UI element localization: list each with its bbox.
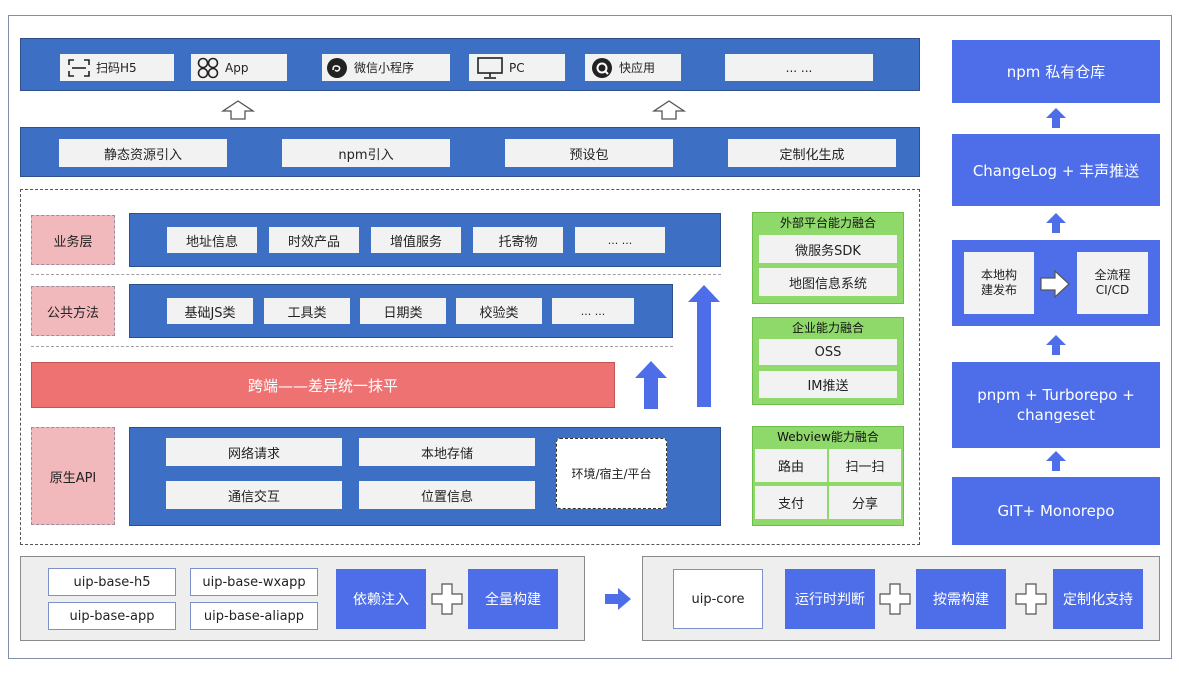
platform-label: PC: [509, 60, 525, 75]
up-arrow-icon: [688, 285, 720, 407]
monitor-icon: [477, 56, 503, 79]
hollow-up-arrow-icon: [652, 100, 686, 120]
up-arrow-icon: [1046, 451, 1066, 471]
native-item: 通信交互: [166, 481, 342, 509]
public-methods-label: 公共方法: [31, 286, 115, 336]
up-arrow-icon: [635, 361, 667, 409]
cross-platform-label: 跨端——差异统一抹平: [247, 376, 398, 395]
business-item: 时效产品: [269, 227, 359, 253]
capability-item: 地图信息系统: [759, 268, 897, 296]
core-package: uip-core: [673, 569, 763, 629]
business-item: 增值服务: [371, 227, 461, 253]
platform-app: App: [191, 54, 287, 81]
local-build-label: 本地构建发布: [980, 268, 1017, 297]
pnpm-box: pnpm + Turborepo + changeset: [952, 362, 1160, 448]
import-npm: npm引入: [282, 139, 450, 167]
platform-quickapp: 快应用: [585, 54, 681, 81]
wechat-miniprogram-icon: [326, 57, 348, 79]
enterprise-capability-title: 企业能力融合: [791, 321, 864, 335]
native-item: 本地存储: [359, 438, 535, 466]
capability-item: IM推送: [759, 371, 897, 398]
custom-support: 定制化支持: [1053, 569, 1143, 629]
capability-item: 支付: [755, 486, 827, 519]
external-capability-title: 外部平台能力融合: [779, 216, 876, 230]
cicd-box: 全流程CI/CD: [1077, 252, 1148, 314]
up-arrow-icon: [1046, 108, 1066, 128]
business-item: ... ...: [575, 227, 665, 253]
cross-platform-bar: 跨端——差异统一抹平: [31, 362, 615, 408]
business-layer-label: 业务层: [31, 215, 115, 265]
platform-label: 快应用: [619, 61, 656, 75]
platform-label: 扫码H5: [96, 61, 137, 75]
native-api-label: 原生API: [31, 427, 115, 525]
platform-scan-h5: 扫码H5: [60, 54, 174, 81]
import-static: 静态资源引入: [59, 139, 227, 167]
capability-item: 扫一扫: [829, 449, 901, 482]
public-item: 日期类: [360, 298, 446, 324]
platform-wechat: 微信小程序: [322, 54, 450, 81]
plus-icon: [431, 583, 463, 615]
env-box: 环境/宿主/平台: [556, 438, 667, 509]
hollow-up-arrow-icon: [221, 100, 255, 120]
business-item: 地址信息: [167, 227, 257, 253]
full-build: 全量构建: [468, 569, 558, 629]
business-item: 托寄物: [473, 227, 563, 253]
up-arrow-icon: [1046, 335, 1066, 355]
webview-capability-title: Webview能力融合: [777, 430, 879, 444]
scan-icon: [68, 58, 90, 77]
changelog-box: ChangeLog + 丰声推送: [952, 134, 1160, 206]
public-item: 基础JS类: [167, 298, 253, 324]
right-arrow-icon: [605, 588, 631, 610]
platform-pc: PC: [469, 54, 565, 81]
env-label: 环境/宿主/平台: [571, 467, 652, 481]
platform-label: 微信小程序: [354, 61, 415, 75]
base-package: uip-base-h5: [48, 568, 176, 596]
import-custom: 定制化生成: [728, 139, 896, 167]
git-monorepo-box: GIT+ Monorepo: [952, 477, 1160, 545]
quickapp-icon: [591, 57, 613, 79]
base-package: uip-base-aliapp: [190, 602, 318, 630]
capability-item: OSS: [759, 339, 897, 365]
import-preset: 预设包: [505, 139, 673, 167]
up-arrow-icon: [1046, 213, 1066, 233]
layer-separator: [31, 274, 721, 275]
platform-more: ... ...: [725, 54, 873, 81]
public-item: 校验类: [456, 298, 542, 324]
right-arrow-icon: [1040, 270, 1070, 298]
public-item: 工具类: [264, 298, 350, 324]
plus-icon: [879, 583, 911, 615]
capability-item: 分享: [829, 486, 901, 519]
local-build-box: 本地构建发布: [964, 252, 1034, 314]
layer-separator: [31, 346, 673, 347]
platform-label: App: [225, 60, 249, 75]
base-package: uip-base-wxapp: [190, 568, 318, 596]
runtime-check: 运行时判断: [785, 569, 875, 629]
native-item: 网络请求: [166, 438, 342, 466]
native-item: 位置信息: [359, 481, 535, 509]
capability-item: 路由: [755, 449, 827, 482]
plus-icon: [1015, 583, 1047, 615]
capability-item: 微服务SDK: [759, 235, 897, 263]
base-package: uip-base-app: [48, 602, 176, 630]
platform-label: ... ...: [785, 60, 813, 75]
dependency-injection: 依赖注入: [336, 569, 426, 629]
on-demand-build: 按需构建: [916, 569, 1006, 629]
npm-registry: npm 私有仓库: [952, 40, 1160, 103]
public-item: ... ...: [552, 298, 634, 324]
pnpm-label: pnpm + Turborepo + changeset: [977, 386, 1135, 424]
cicd-label: 全流程CI/CD: [1094, 268, 1131, 297]
app-grid-icon: [197, 57, 219, 79]
